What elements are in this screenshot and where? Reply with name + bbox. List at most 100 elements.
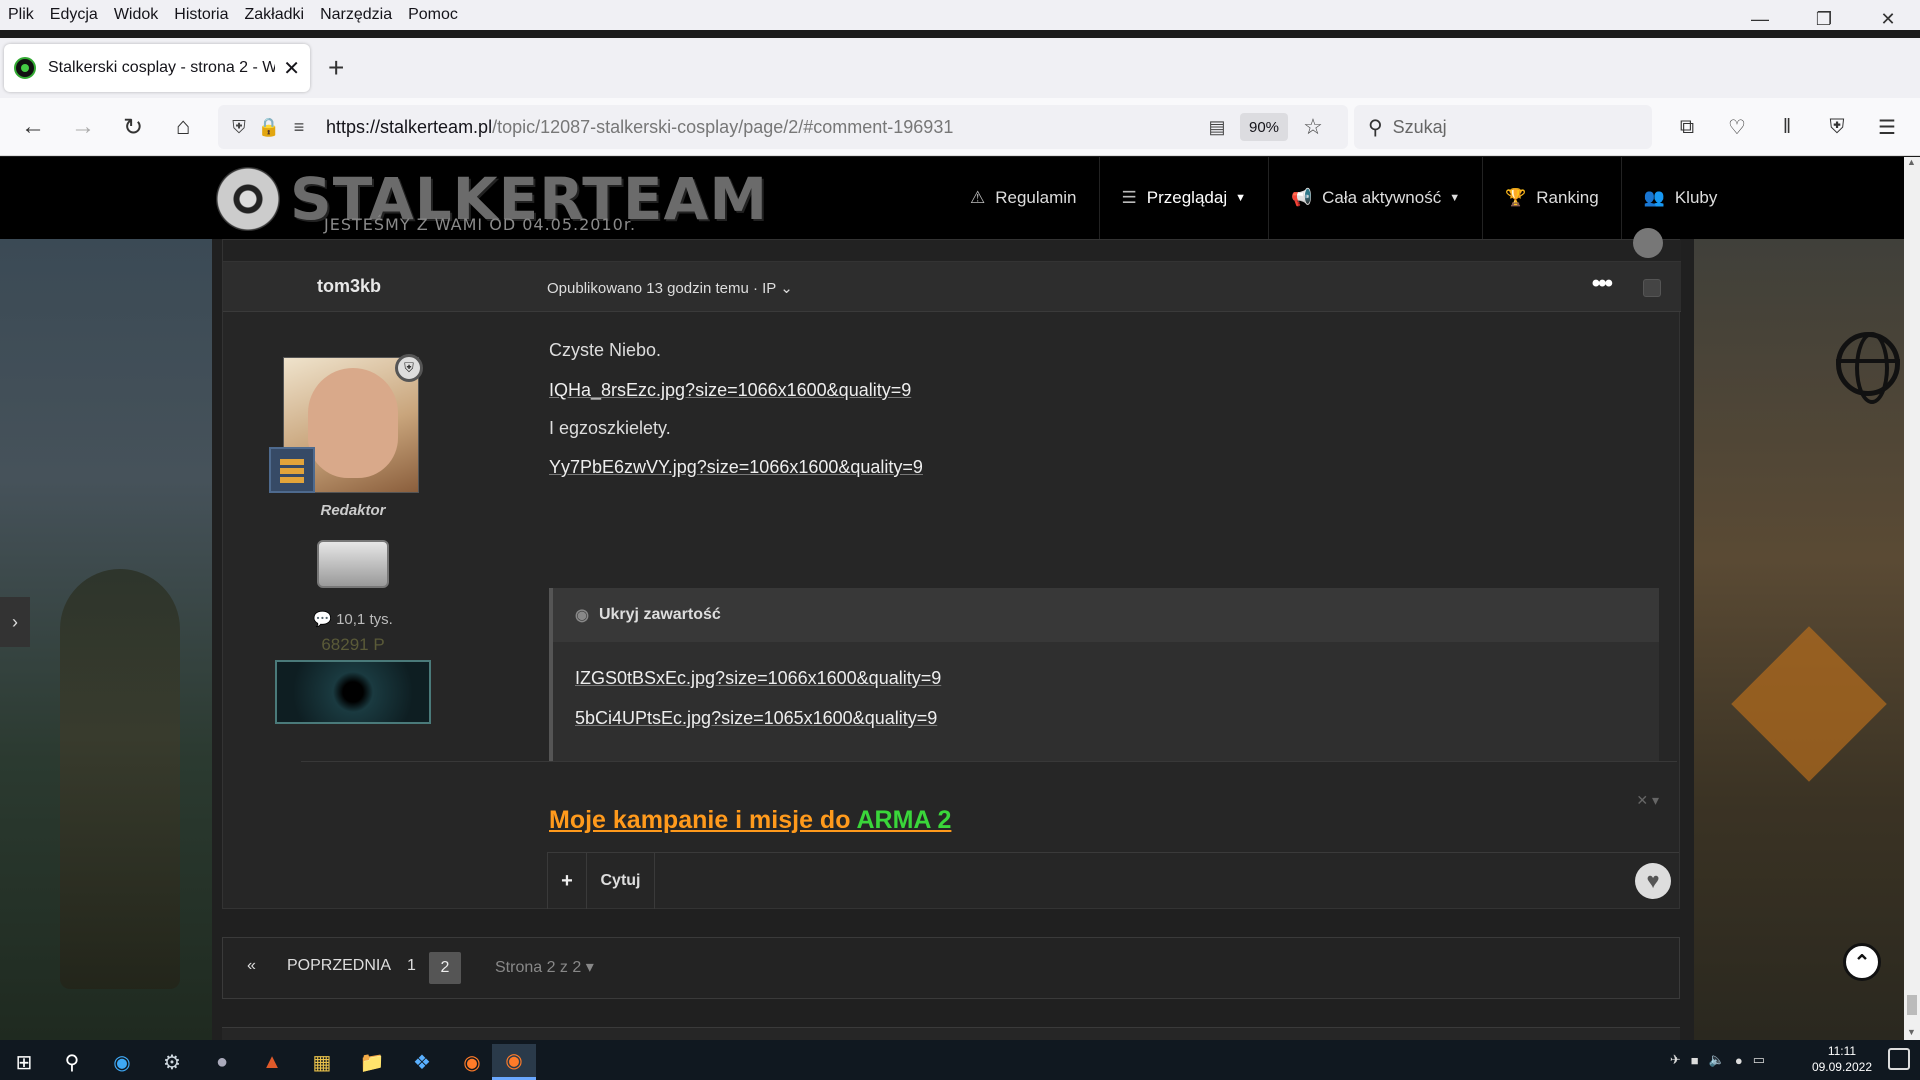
- menu-tools[interactable]: Narzędzia: [312, 0, 400, 30]
- nav-ranking[interactable]: 🏆 Ranking: [1482, 157, 1621, 239]
- reader-view-icon[interactable]: ▤: [1202, 105, 1232, 149]
- restore-button[interactable]: ❐: [1792, 0, 1856, 38]
- hamburger-menu-icon[interactable]: ☰: [1862, 110, 1912, 144]
- clock[interactable]: 11:11 09.09.2022: [1812, 1043, 1872, 1075]
- new-tab-button[interactable]: +: [328, 52, 344, 84]
- more-options-icon[interactable]: •••: [1592, 270, 1613, 298]
- prev-page-button[interactable]: POPRZEDNIA: [287, 957, 391, 975]
- menu-view[interactable]: Widok: [106, 0, 166, 30]
- post-text: I egzoszkielety.: [549, 418, 671, 438]
- search-input[interactable]: ⚲ Szukaj: [1354, 105, 1652, 149]
- library-icon[interactable]: ‖: [1762, 110, 1812, 144]
- navigation-bar: ← → ↻ ⌂ ⛨ 🔒 ≡ https://stalkerteam.pl/top…: [0, 98, 1920, 156]
- nav-cala-aktywnosc[interactable]: 📢 Cała aktywność ▼: [1267, 157, 1482, 239]
- firefox-active-icon[interactable]: ◉: [492, 1044, 536, 1080]
- menu-history[interactable]: Historia: [166, 0, 236, 30]
- site-logo[interactable]: STALKERTEAM JESTEŚMY Z WAMI OD 04.05.201…: [216, 163, 767, 235]
- close-window-button[interactable]: ✕: [1856, 0, 1920, 38]
- users-icon: 👥: [1643, 188, 1665, 207]
- edge-icon[interactable]: ◉: [100, 1044, 144, 1080]
- menu-file[interactable]: Plik: [0, 0, 42, 30]
- like-heart-icon[interactable]: ♥: [1635, 863, 1671, 899]
- post-meta[interactable]: Opublikowano 13 godzin temu · IP ⌄: [547, 279, 793, 297]
- page-viewport: › STALKERTEAM JESTEŚMY Z WAMI OD 04.05.2…: [0, 157, 1904, 1040]
- shield-icon[interactable]: ⛨: [224, 105, 254, 149]
- lock-icon[interactable]: 🔒: [254, 105, 284, 149]
- zoom-level[interactable]: 90%: [1240, 113, 1288, 141]
- page-jump-dropdown[interactable]: Strona 2 z 2 ▾: [495, 957, 594, 977]
- scroll-down-arrow-icon[interactable]: ▼: [1907, 1027, 1916, 1037]
- scrollbar-thumb[interactable]: [1907, 995, 1917, 1015]
- menu-edit[interactable]: Edycja: [42, 0, 106, 30]
- file-explorer-icon[interactable]: 📁: [350, 1044, 394, 1080]
- radiation-logo-icon: [216, 167, 280, 231]
- app-icon[interactable]: ❖: [400, 1044, 444, 1080]
- menu-bookmarks[interactable]: Zakładki: [237, 0, 313, 30]
- notification-icon[interactable]: [1888, 1048, 1910, 1070]
- forward-button[interactable]: →: [66, 110, 100, 144]
- scroll-to-top-icon[interactable]: ⌃: [1843, 943, 1881, 981]
- image-link[interactable]: IZGS0tBSxEc.jpg?size=1066x1600&quality=9: [575, 668, 941, 689]
- clock-time: 11:11: [1827, 1044, 1857, 1058]
- minimize-button[interactable]: —: [1728, 0, 1792, 38]
- monitor-icon[interactable]: ▭: [1753, 1052, 1765, 1068]
- side-expand-chevron-icon[interactable]: ›: [0, 597, 30, 647]
- scroll-up-arrow-icon[interactable]: ▲: [1907, 157, 1916, 167]
- reaction-icon[interactable]: [1633, 228, 1663, 258]
- page-current[interactable]: 2: [429, 952, 461, 984]
- background-left-stalker-image: [0, 239, 212, 1040]
- volume-icon[interactable]: 🔈: [1709, 1052, 1725, 1068]
- terminal-icon[interactable]: ▦: [300, 1044, 344, 1080]
- tab-active[interactable]: Stalkerski cosplay - strona 2 - W ✕: [4, 44, 310, 92]
- image-link[interactable]: Yy7PbE6zwVY.jpg?size=1066x1600&quality=9: [549, 457, 923, 478]
- nav-label: Przeglądaj: [1146, 188, 1228, 207]
- ublock-icon[interactable]: ⛨: [1812, 110, 1862, 144]
- network-icon[interactable]: ✈: [1670, 1052, 1681, 1068]
- image-link[interactable]: 5bCi4UPtsEc.jpg?size=1065x1600&quality=9: [575, 708, 937, 729]
- multiquote-plus-button[interactable]: +: [547, 853, 587, 909]
- nav-kluby[interactable]: 👥 Kluby: [1620, 157, 1740, 239]
- windows-start-icon[interactable]: ⊞: [2, 1044, 46, 1080]
- url-text[interactable]: https://stalkerteam.pl/topic/12087-stalk…: [326, 117, 953, 138]
- nav-label: Regulamin: [995, 188, 1077, 207]
- post-text: Czyste Niebo.: [549, 340, 662, 360]
- home-button[interactable]: ⌂: [166, 110, 200, 144]
- signature-options-icon[interactable]: ✕ ▾: [1636, 792, 1659, 809]
- image-link[interactable]: IQHa_8rsEzc.jpg?size=1066x1600&quality=9: [549, 380, 911, 401]
- double-chevron-left-icon[interactable]: «: [247, 957, 256, 975]
- comment-icon: 💬: [313, 611, 332, 628]
- url-bar[interactable]: ⛨ 🔒 ≡ https://stalkerteam.pl/topic/12087…: [218, 105, 1348, 149]
- page-link[interactable]: 1: [407, 957, 416, 975]
- pocket-icon[interactable]: ♡: [1712, 110, 1762, 144]
- globe-icon[interactable]: [1836, 332, 1900, 404]
- nav-przegladaj[interactable]: ☰ Przeglądaj ▼: [1098, 157, 1268, 239]
- author-name[interactable]: tom3kb: [317, 276, 381, 297]
- permissions-icon[interactable]: ≡: [284, 105, 314, 149]
- nav-regulamin[interactable]: ⚠ Regulamin: [948, 157, 1099, 239]
- url-path: /topic/12087-stalkerski-cosplay/page/2/#…: [492, 116, 954, 137]
- firefox-icon[interactable]: ◉: [450, 1044, 494, 1080]
- previous-post-edge: [223, 228, 1681, 262]
- signature-link[interactable]: Moje kampanie i misje do ARMA 2: [549, 806, 951, 835]
- spoiler-toggle[interactable]: ◉ Ukryj zawartość: [553, 588, 1659, 642]
- app-icon[interactable]: ●: [200, 1044, 244, 1080]
- search-placeholder: Szukaj: [1392, 116, 1447, 137]
- select-post-checkbox[interactable]: [1643, 279, 1661, 297]
- search-icon[interactable]: ⚲: [50, 1044, 94, 1080]
- reload-button[interactable]: ↻: [116, 110, 150, 144]
- caret-down-icon: ▼: [1235, 192, 1246, 204]
- tray-app-icon[interactable]: ●: [1735, 1053, 1743, 1068]
- page-scrollbar[interactable]: ▲ ▼: [1904, 157, 1920, 1040]
- bookmark-star-icon[interactable]: ☆: [1298, 105, 1328, 149]
- quote-button[interactable]: Cytuj: [587, 853, 655, 909]
- menu-help[interactable]: Pomoc: [400, 0, 466, 30]
- signature-divider: [301, 761, 1677, 762]
- app-icon[interactable]: ▲: [250, 1044, 294, 1080]
- back-button[interactable]: ←: [16, 110, 50, 144]
- extensions-icon[interactable]: ⧉: [1662, 110, 1712, 144]
- system-tray: ✈ ■ 🔈 ● ▭: [1665, 1040, 1770, 1080]
- nvidia-icon[interactable]: ■: [1691, 1053, 1699, 1068]
- close-tab-icon[interactable]: ✕: [283, 56, 300, 81]
- page-of-label: Strona 2 z 2: [495, 959, 582, 976]
- steam-icon[interactable]: ⚙: [150, 1044, 194, 1080]
